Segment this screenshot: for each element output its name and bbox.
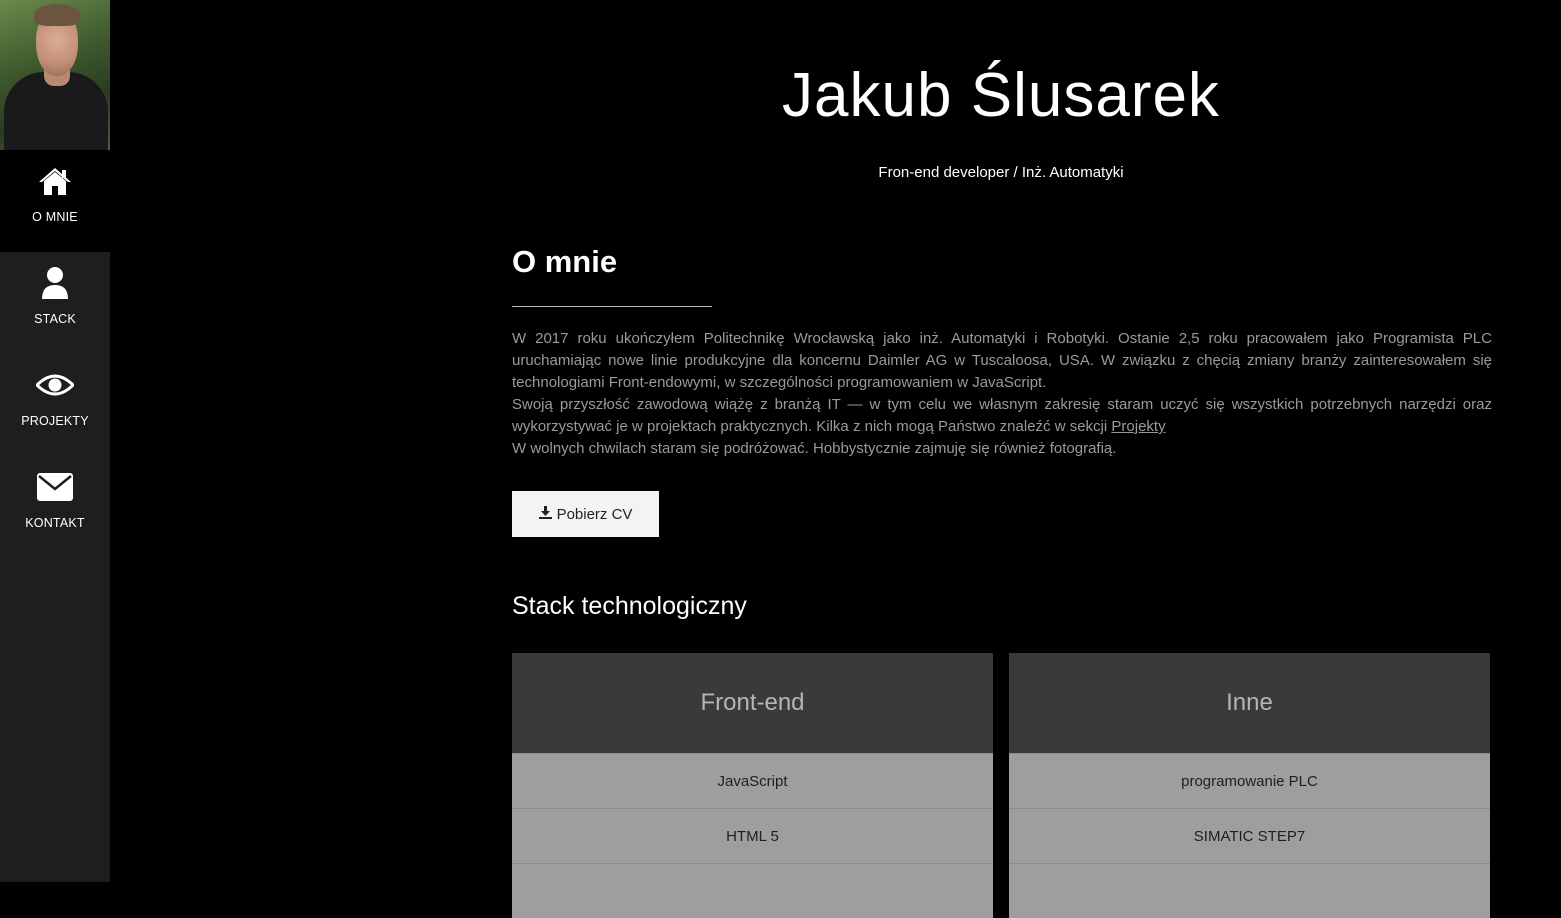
sidebar-item-stack[interactable]: STACK (0, 252, 110, 354)
user-icon (0, 266, 110, 300)
main-content: Jakub Ślusarek Fron-end developer / Inż.… (110, 0, 1561, 918)
stack-item-empty (1009, 863, 1490, 918)
sidebar-item-label: STACK (34, 312, 76, 326)
download-icon (538, 505, 552, 523)
stack-item: SIMATIC STEP7 (1009, 808, 1490, 863)
avatar (0, 0, 110, 150)
stack-card-title: Front-end (512, 653, 993, 753)
sidebar-item-label: PROJEKTY (21, 414, 89, 428)
divider (512, 306, 712, 307)
sidebar-item-o-mnie[interactable]: O MNIE (0, 150, 110, 252)
stack-card-inne: Inne programowanie PLC SIMATIC STEP7 (1009, 653, 1490, 918)
sidebar: O MNIE STACK PROJEKTY KONTAKT (0, 0, 110, 882)
page-title: Jakub Ślusarek (782, 61, 1220, 130)
stack-card-title: Inne (1009, 653, 1490, 753)
avatar-hair (34, 4, 80, 26)
download-cv-button[interactable]: Pobierz CV (512, 491, 659, 537)
page-subtitle: Fron-end developer / Inż. Automatyki (878, 164, 1124, 181)
about-text: W 2017 roku ukończyłem Politechnikę Wroc… (512, 328, 1492, 460)
about-paragraph-3: W wolnych chwilach staram się podróżować… (512, 440, 1117, 457)
eye-icon (0, 368, 110, 402)
sidebar-item-projekty[interactable]: PROJEKTY (0, 354, 110, 456)
stack-title: Stack technologiczny (512, 592, 747, 620)
stack-card-frontend: Front-end JavaScript HTML 5 (512, 653, 993, 918)
home-icon (0, 164, 110, 198)
about-paragraph-2-text: Swoją przyszłość zawodową wiążę z branżą… (512, 396, 1492, 435)
about-paragraph-1: W 2017 roku ukończyłem Politechnikę Wroc… (512, 330, 1492, 391)
download-cv-label: Pobierz CV (556, 505, 633, 523)
envelope-icon (0, 470, 110, 504)
sidebar-item-label: KONTAKT (25, 516, 85, 530)
sidebar-item-label: O MNIE (32, 210, 78, 224)
projekty-link[interactable]: Projekty (1111, 418, 1165, 435)
stack-item: HTML 5 (512, 808, 993, 863)
sidebar-item-kontakt[interactable]: KONTAKT (0, 456, 110, 558)
about-paragraph-2: Swoją przyszłość zawodową wiążę z branżą… (512, 394, 1492, 438)
stack-item: programowanie PLC (1009, 753, 1490, 808)
stack-item: JavaScript (512, 753, 993, 808)
about-title: O mnie (512, 244, 618, 279)
stack-item-empty (512, 863, 993, 918)
